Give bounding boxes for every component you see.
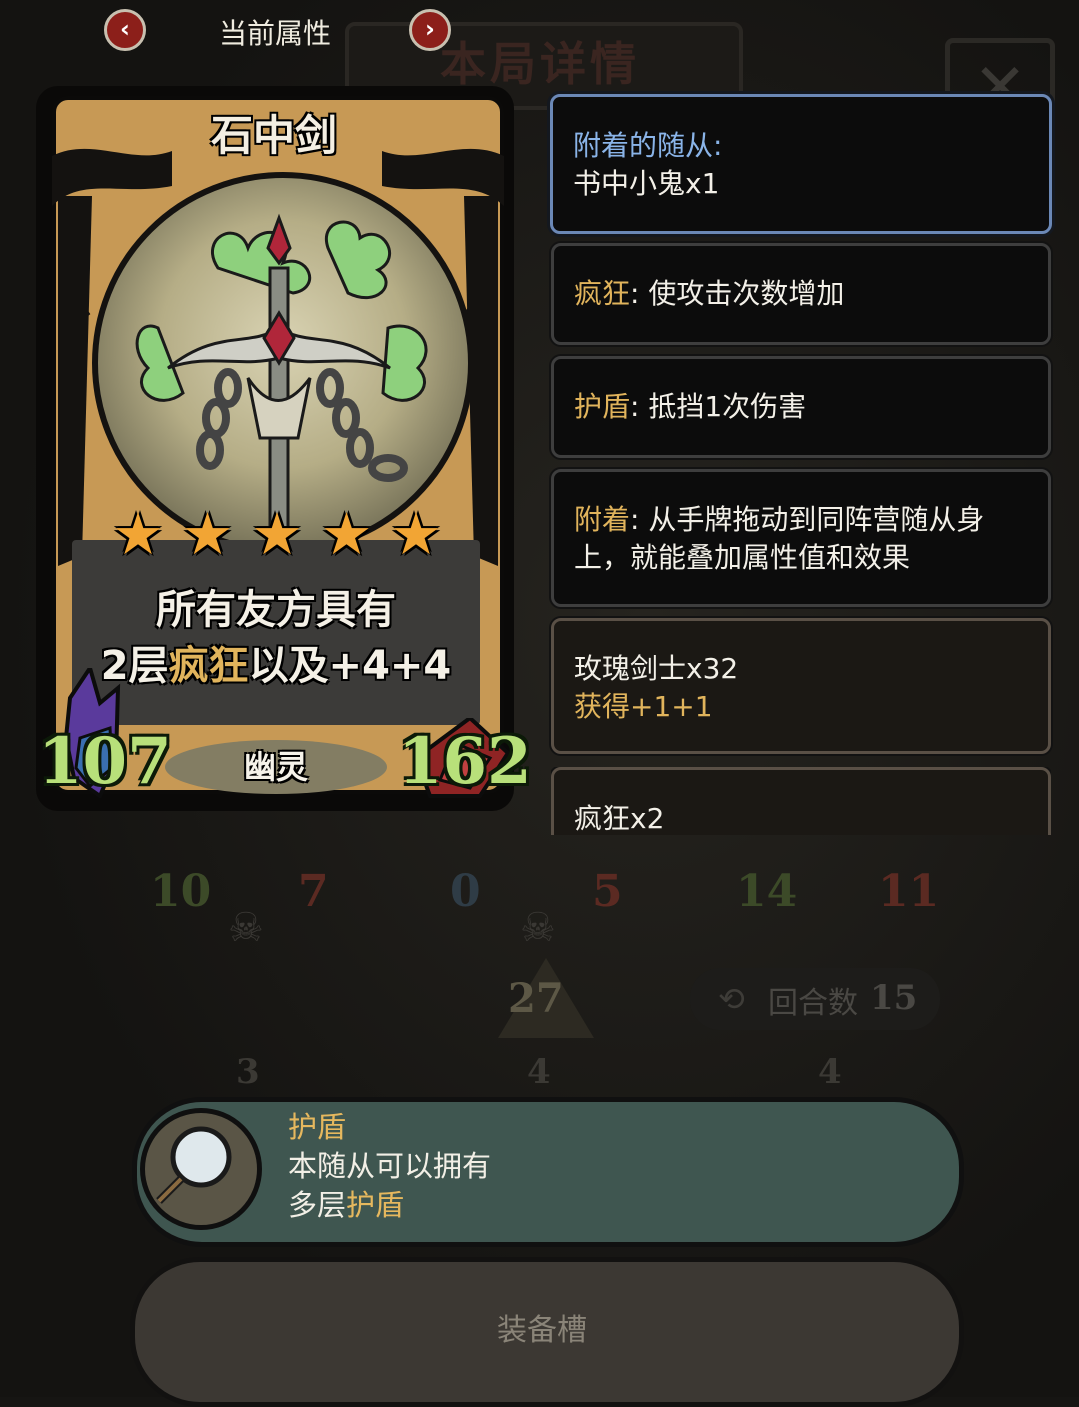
card-description-line1: 所有友方具有	[156, 587, 396, 633]
magnifier-shield-art	[156, 1126, 232, 1204]
skull-icon: ☠	[228, 905, 264, 951]
keyword-shield-desc: : 抵挡1次伤害	[630, 390, 807, 423]
shop-cost-3: 4	[818, 1052, 842, 1092]
buff-source: 玫瑰剑士x32	[574, 652, 739, 685]
sword-art	[135, 213, 428, 530]
star-icon: ★	[390, 500, 442, 568]
board-unit-3-attack: 14	[736, 866, 798, 917]
tooltip-line1: 本随从可以拥有	[288, 1149, 492, 1183]
gold-count: 27	[508, 975, 564, 1022]
keyword-attach-desc: : 从手牌拖动到同阵营随从身	[630, 503, 985, 536]
equipment-slot-label: 装备槽	[497, 1313, 587, 1348]
card-art	[92, 172, 474, 554]
chevron-right-icon[interactable]: ›	[409, 9, 451, 51]
buff-panel-rose-swordsman[interactable]: 玫瑰剑士x32 获得+1+1	[551, 618, 1051, 754]
star-icon: ★	[251, 500, 303, 568]
board-unit-1-health: 7	[298, 866, 329, 917]
card-type: 幽灵	[243, 748, 308, 786]
shop-cost-2: 4	[527, 1052, 551, 1092]
board-unit-1-attack: 10	[150, 866, 212, 917]
card-attack: 107	[38, 724, 172, 799]
current-attributes-title: 当前属性	[218, 17, 331, 50]
card-health: 162	[398, 724, 532, 799]
keyword-panel-shield[interactable]: 护盾: 抵挡1次伤害	[551, 356, 1051, 458]
tooltip-title: 护盾	[288, 1110, 347, 1144]
board-unit-2-attack: 0	[450, 866, 481, 917]
keyword-panel-madness[interactable]: 疯狂: 使攻击次数增加	[551, 243, 1051, 345]
shop-cost-1: 3	[236, 1052, 260, 1092]
magnifier-shield-icon	[140, 1108, 262, 1230]
attached-minion-label: 附着的随从:	[573, 129, 723, 162]
attached-minion-value: 书中小鬼x1	[573, 167, 720, 200]
star-rating: ★ ★ ★ ★ ★	[112, 504, 442, 564]
keyword-madness: 疯狂	[574, 277, 631, 310]
star-icon: ★	[112, 500, 164, 568]
desc-keyword-madness[interactable]: 疯狂	[169, 643, 249, 689]
keyword-attach: 附着	[574, 503, 631, 536]
buff-madness-count: 疯狂x2	[574, 802, 665, 835]
star-icon: ★	[181, 500, 234, 568]
card-name: 石中剑	[210, 111, 337, 160]
desc-suffix: 以及+4+4	[248, 643, 452, 689]
round-label: 回合数	[768, 986, 858, 1021]
card-description: 所有友方具有 2层疯狂以及+4+4	[72, 582, 480, 694]
board-unit-2-health: 5	[592, 866, 623, 917]
keyword-madness-desc: : 使攻击次数增加	[630, 277, 845, 310]
buff-gain: 获得+1+1	[574, 690, 713, 723]
refresh-icon: ⟲	[718, 980, 745, 1018]
details-title: 本局详情	[440, 37, 640, 91]
keyword-panel-attach[interactable]: 附着: 从手牌拖动到同阵营随从身 上，就能叠加属性值和效果	[551, 469, 1051, 607]
buff-panel-madness-clip: 疯狂x2	[551, 767, 1051, 835]
star-icon: ★	[320, 500, 373, 568]
keyword-shield: 护盾	[574, 390, 631, 423]
attached-minion-panel[interactable]: 附着的随从: 书中小鬼x1	[550, 94, 1052, 234]
card-description-line2: 2层疯狂以及+4+4	[72, 638, 480, 694]
skull-icon: ☠	[520, 905, 556, 951]
tooltip-line2: 多层护盾	[288, 1186, 491, 1225]
keyword-attach-desc-line2: 上，就能叠加属性值和效果	[574, 541, 911, 574]
tooltip-line2-keyword: 护盾	[346, 1188, 405, 1222]
round-value: 15	[870, 978, 918, 1018]
chevron-left-icon[interactable]: ‹	[104, 9, 146, 51]
buff-panel-madness[interactable]: 疯狂x2	[551, 767, 1051, 835]
tooltip-line2-prefix: 多层	[288, 1188, 347, 1222]
board-unit-3-health: 11	[878, 866, 940, 917]
tooltip-text: 护盾 本随从可以拥有 多层护盾	[288, 1108, 491, 1225]
